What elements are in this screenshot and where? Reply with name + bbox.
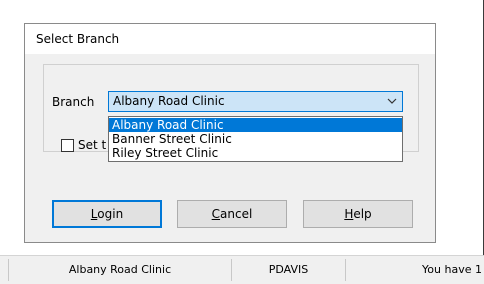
branch-combobox-value: Albany Road Clinic [113,94,225,108]
chevron-down-icon[interactable] [387,96,397,106]
cancel-button-label: ancel [220,207,253,221]
help-button-mnemonic: H [344,207,354,221]
set-default-checkbox[interactable] [61,139,74,152]
help-button-label: elp [353,207,372,221]
branch-dropdown-list[interactable]: Albany Road Clinic Banner Street Clinic … [108,116,403,162]
login-button[interactable]: Login [52,200,162,228]
branch-option-riley-street[interactable]: Riley Street Clinic [109,146,402,160]
set-default-checkbox-label: Set t [78,138,107,152]
status-message: You have 1 [422,263,482,276]
help-button[interactable]: Help [303,200,413,228]
status-branch: Albany Road Clinic [68,263,172,276]
branch-option-banner-street[interactable]: Banner Street Clinic [109,132,402,146]
dialog-titlebar[interactable]: Select Branch [25,24,435,54]
status-user: PDAVIS [268,263,309,276]
branch-combobox[interactable]: Albany Road Clinic [108,91,403,112]
select-branch-dialog: Select Branch Branch Albany Road Clinic … [24,23,436,243]
dialog-title: Select Branch [36,32,120,46]
cancel-button-mnemonic: C [211,207,221,221]
login-button-label: ogin [97,207,124,221]
branch-option-albany-road[interactable]: Albany Road Clinic [109,118,402,132]
branch-label: Branch [52,95,95,109]
cancel-button[interactable]: Cancel [177,200,287,228]
status-bar: Albany Road Clinic PDAVIS You have 1 [0,255,484,284]
